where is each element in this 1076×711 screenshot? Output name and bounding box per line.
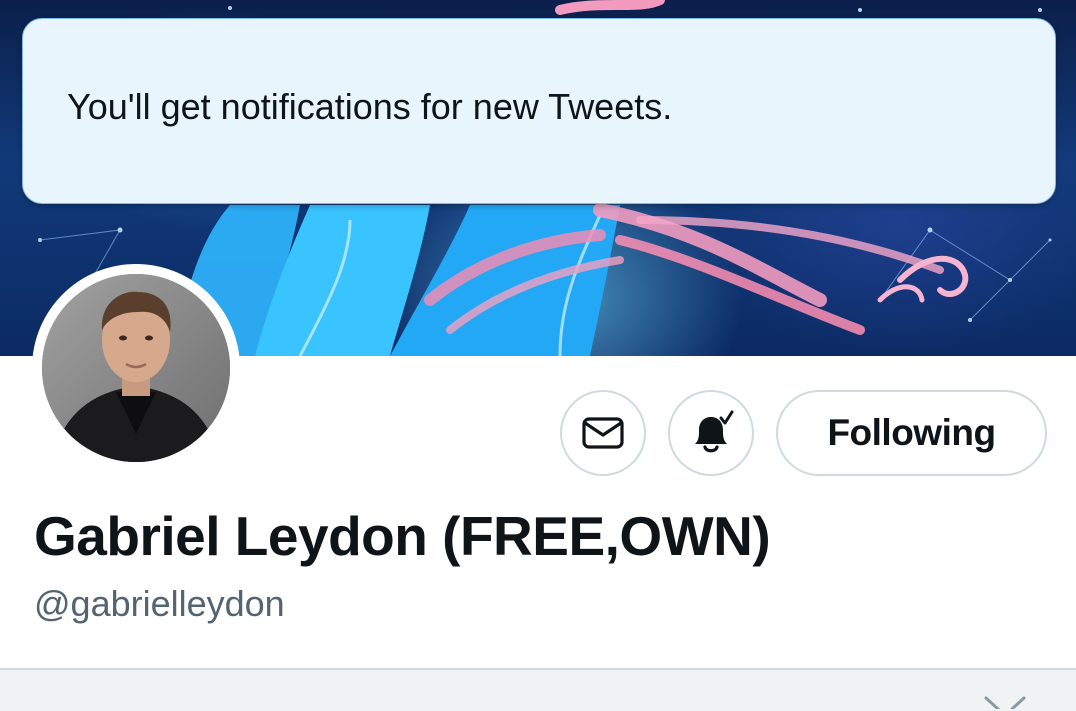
following-label: Following: [827, 412, 996, 453]
avatar[interactable]: [42, 274, 230, 462]
notifications-button[interactable]: [668, 390, 754, 476]
notification-toast: You'll get notifications for new Tweets.: [22, 18, 1056, 204]
bell-check-icon: [695, 410, 734, 453]
avatar-photo: [42, 274, 230, 462]
close-icon[interactable]: [982, 696, 1028, 709]
toast-message: You'll get notifications for new Tweets.: [67, 86, 673, 127]
bottom-panel: [0, 668, 1076, 711]
envelope-icon: [582, 417, 624, 449]
profile-handle: @gabrielleydon: [34, 583, 285, 624]
following-button[interactable]: Following: [776, 390, 1047, 476]
profile-display-name: Gabriel Leydon (FREE,OWN): [34, 505, 771, 567]
message-button[interactable]: [560, 390, 646, 476]
